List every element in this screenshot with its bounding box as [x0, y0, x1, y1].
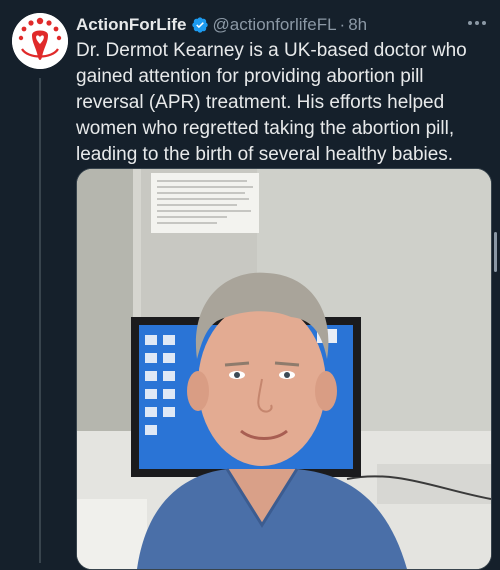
verified-badge-icon: [191, 16, 209, 34]
handle[interactable]: @actionforlifeFL: [213, 13, 337, 37]
timestamp[interactable]: 8h: [348, 13, 367, 37]
display-name[interactable]: ActionForLife: [76, 13, 187, 37]
doctor-photo-image: [77, 169, 491, 569]
tweet-text: Dr. Dermot Kearney is a UK-based doctor …: [76, 40, 467, 165]
separator-dot: ·: [339, 15, 346, 34]
thread-line: [39, 78, 41, 563]
tweet-media[interactable]: [76, 168, 492, 570]
scrollbar[interactable]: [494, 232, 497, 272]
wall-notice-paper: [151, 173, 259, 233]
actionforlife-logo-icon: [12, 13, 68, 69]
more-options-icon[interactable]: [466, 14, 488, 32]
avatar[interactable]: [12, 13, 68, 69]
tweet-header: ActionForLife @actionforlifeFL · 8h: [76, 13, 367, 37]
